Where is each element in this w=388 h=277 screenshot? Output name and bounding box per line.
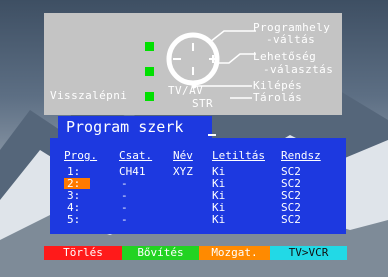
torles-label: Törlés	[63, 246, 103, 259]
page-title-text: Program szerk	[66, 118, 184, 136]
column-header-rendsz: Rendsz	[281, 149, 321, 162]
cell-letiltas: Ki	[212, 177, 226, 190]
cell-letiltas: Ki	[212, 213, 226, 226]
green-key-top-icon	[145, 42, 154, 51]
help-tvav: TV/AV	[168, 84, 204, 97]
cell-prog: 2:	[67, 177, 81, 190]
help-lehetoseg: Lehetőség	[253, 50, 317, 63]
mozgat-label: Mozgat.	[211, 246, 258, 259]
column-header-letiltas: Letiltás	[212, 149, 265, 162]
bovites-label: Bővítés	[137, 246, 184, 259]
cell-csat: -	[121, 201, 128, 214]
cell-prog: 5:	[67, 213, 81, 226]
cell-rendsz: SC2	[281, 189, 301, 202]
cell-csat: -	[121, 189, 128, 202]
cell-prog: 4:	[67, 201, 81, 214]
cell-rendsz: SC2	[281, 201, 301, 214]
cell-rendsz: SC2	[281, 177, 301, 190]
column-header-nev: Név	[173, 149, 193, 162]
bovites-button[interactable]: Bővítés	[122, 246, 199, 260]
cell-letiltas: Ki	[212, 189, 226, 202]
help-kilepes: Kilépés	[253, 79, 303, 92]
mozgat-button[interactable]: Mozgat.	[199, 246, 270, 260]
tv-vcr-label: TV>VCR	[288, 246, 329, 259]
torles-button[interactable]: Törlés	[44, 246, 122, 260]
cell-letiltas: Ki	[212, 201, 226, 214]
cell-nev: XYZ	[173, 165, 193, 178]
green-key-middle-icon	[145, 67, 154, 76]
help-valtas: -váltás	[266, 33, 316, 46]
page-title: Program szerk	[58, 116, 216, 139]
cell-prog: 3:	[67, 189, 81, 202]
tv-vcr-button[interactable]: TV>VCR	[270, 246, 347, 260]
cell-csat: CH41	[119, 165, 146, 178]
help-visszalepni: Visszalépni	[50, 89, 128, 102]
cell-prog: 1:	[67, 165, 81, 178]
cell-rendsz: SC2	[281, 213, 301, 226]
help-tarolas: Tárolás	[253, 91, 303, 104]
column-header-csat: Csat.	[119, 149, 153, 162]
cell-csat: -	[121, 213, 128, 226]
title-underscore	[208, 134, 216, 136]
cell-rendsz: SC2	[281, 165, 301, 178]
cell-csat: -	[121, 177, 128, 190]
help-valasztas: -választás	[263, 63, 334, 76]
help-programhely: Programhely	[253, 21, 331, 34]
cell-letiltas: Ki	[212, 165, 226, 178]
help-str: STR	[192, 97, 214, 110]
column-header-prog: Prog.	[64, 149, 98, 162]
green-key-bottom-icon	[145, 92, 154, 101]
